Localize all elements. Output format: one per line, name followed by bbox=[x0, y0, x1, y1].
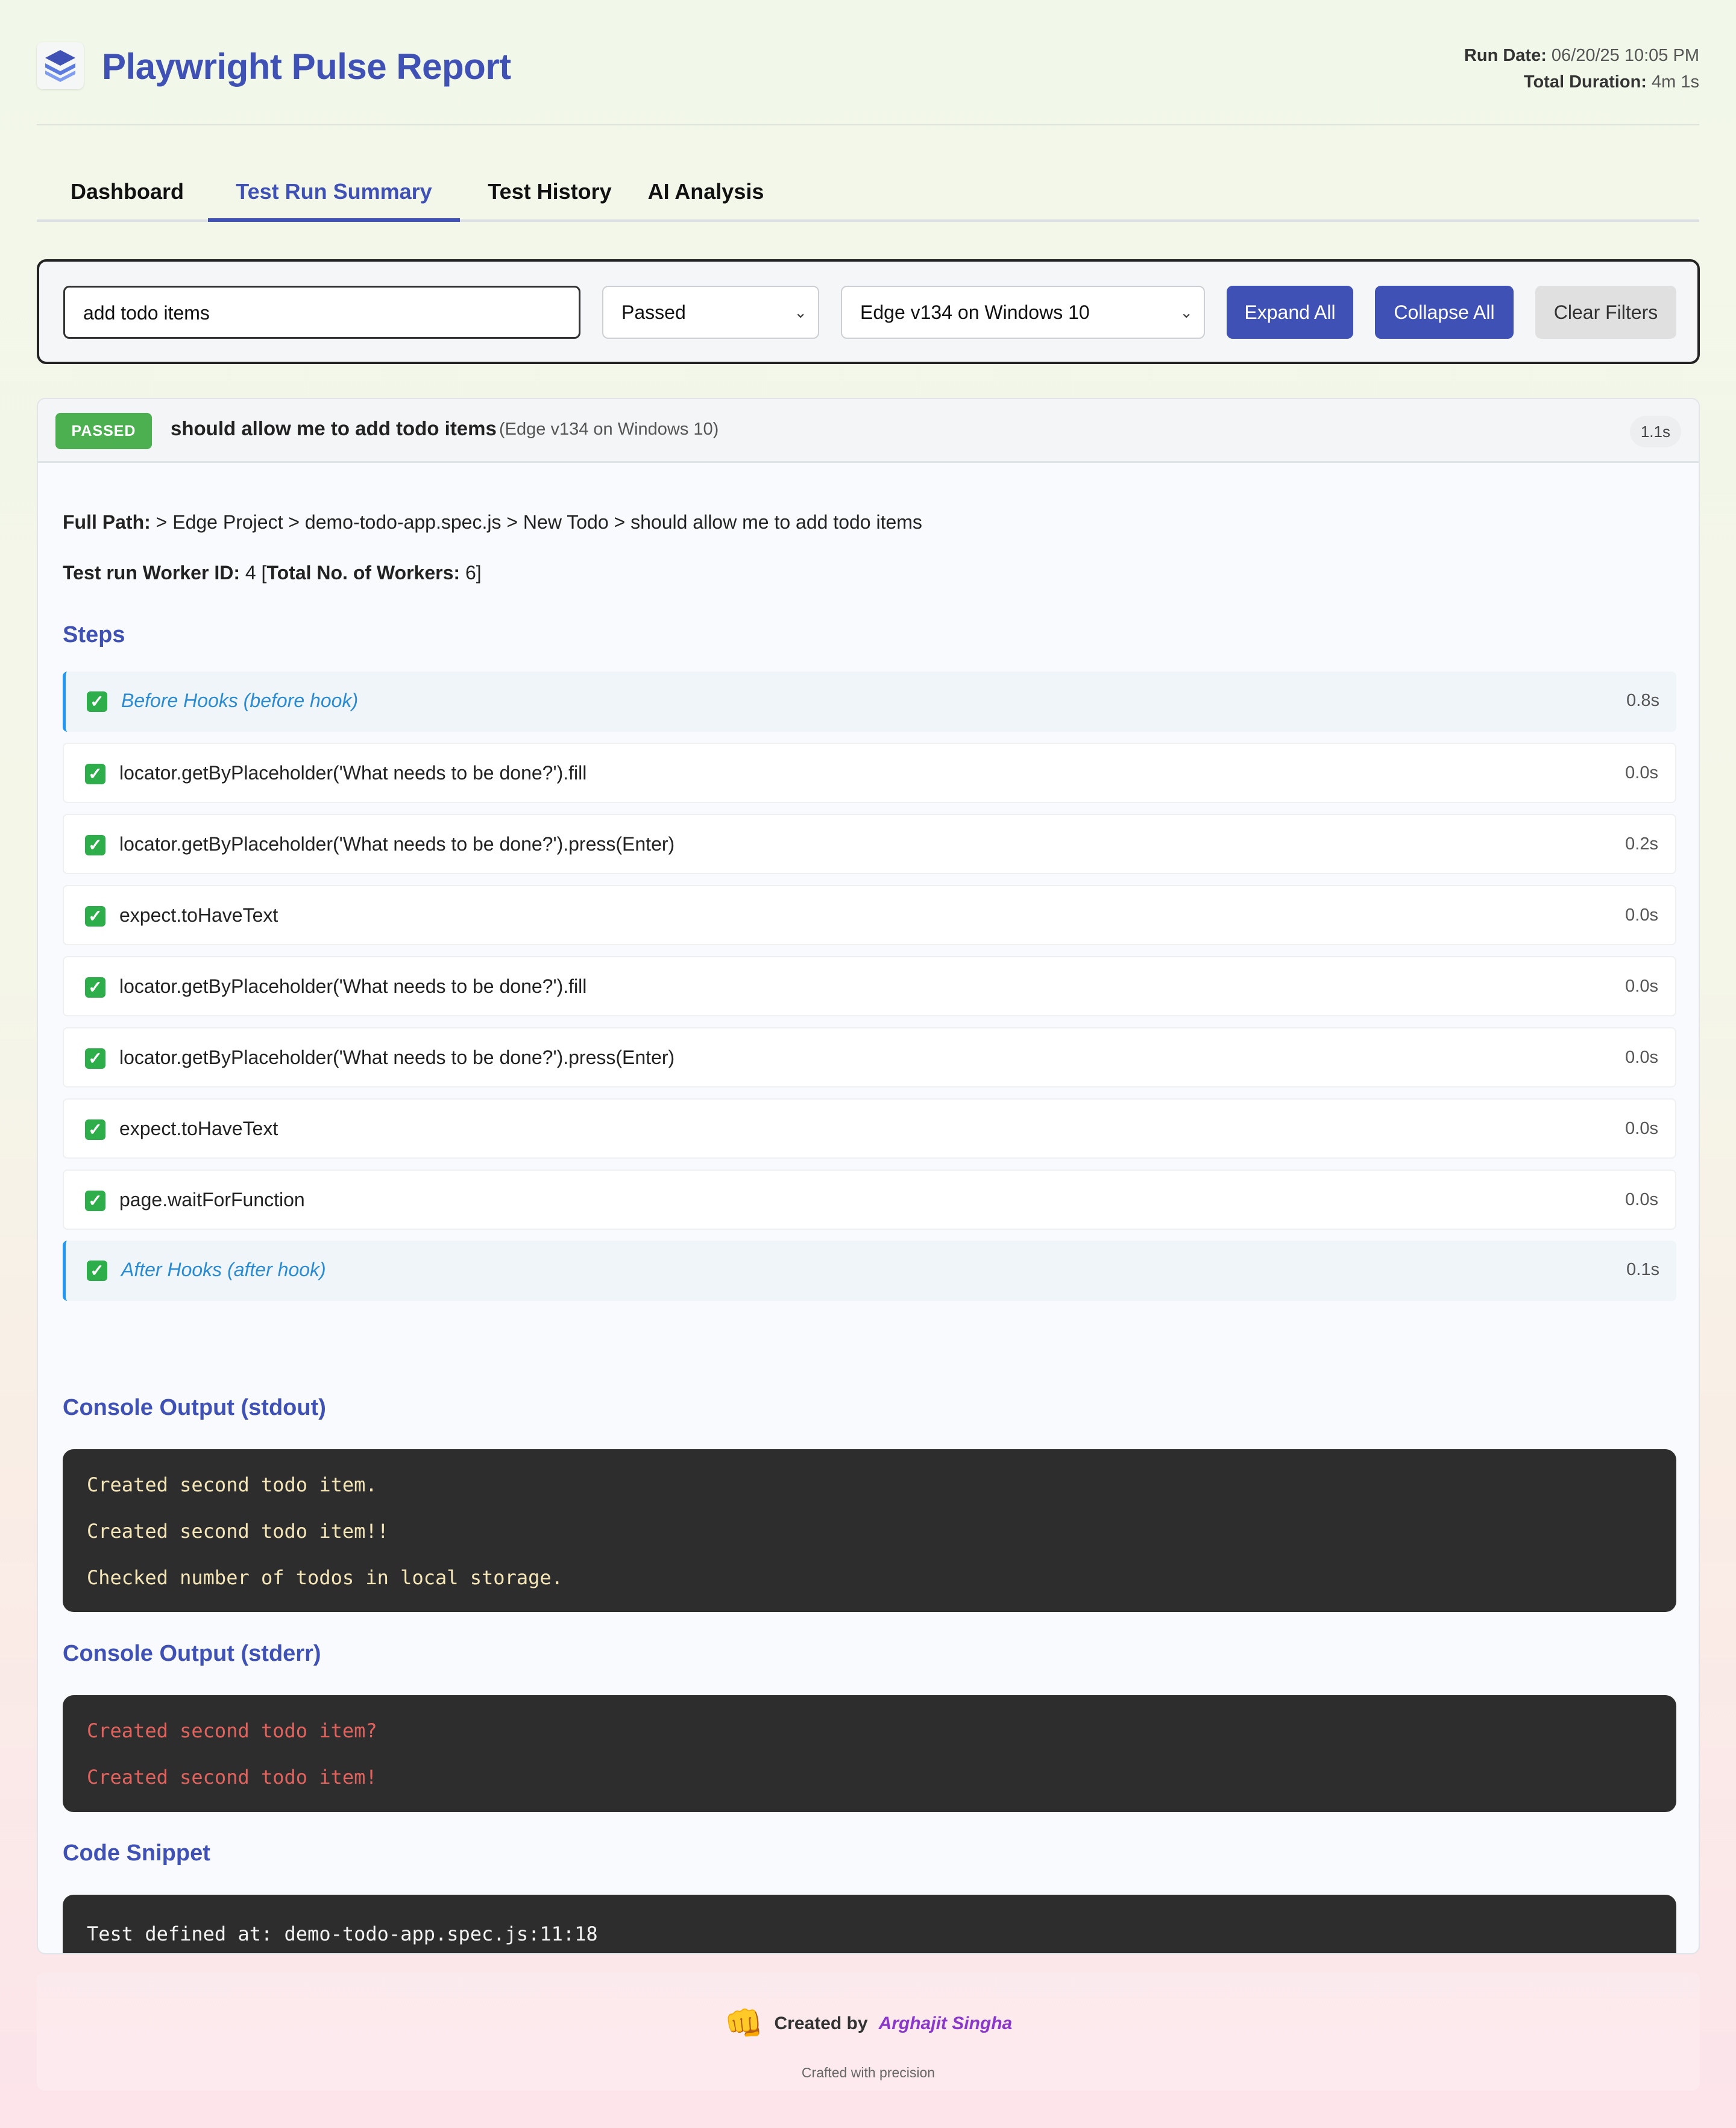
report-header: Playwright Pulse Report Run Date: 06/20/… bbox=[37, 0, 1699, 125]
created-by-label: Created by bbox=[774, 2013, 868, 2033]
step-label: expect.toHaveText bbox=[119, 1118, 278, 1139]
step-duration: 0.0s bbox=[1625, 977, 1658, 996]
step-duration: 0.1s bbox=[1626, 1260, 1659, 1279]
test-duration: 1.1s bbox=[1629, 416, 1681, 447]
check-box-icon: ✓ bbox=[85, 1048, 105, 1069]
footer-tagline: Crafted with precision bbox=[801, 2065, 936, 2080]
footer: 👊 Created by Arghajit Singha Crafted wit… bbox=[37, 1972, 1700, 2091]
search-input[interactable]: add todo items bbox=[63, 286, 580, 339]
full-path: Full Path: > Edge Project > demo-todo-ap… bbox=[63, 511, 922, 533]
step-row[interactable]: ✓ locator.getByPlaceholder('What needs to… bbox=[63, 814, 1676, 874]
stderr-title: Console Output (stderr) bbox=[63, 1641, 321, 1666]
status-badge: PASSED bbox=[55, 413, 152, 449]
tab-test-run-summary[interactable]: Test Run Summary bbox=[208, 172, 460, 222]
step-row[interactable]: ✓ page.waitForFunction 0.0s bbox=[63, 1169, 1676, 1230]
step-duration: 0.8s bbox=[1626, 691, 1659, 710]
test-title: should allow me to add todo items bbox=[171, 417, 497, 439]
step-row[interactable]: ✓ locator.getByPlaceholder('What needs to… bbox=[63, 956, 1676, 1016]
check-box-icon: ✓ bbox=[85, 764, 105, 784]
steps-title: Steps bbox=[63, 622, 125, 647]
step-label: Before Hooks (before hook) bbox=[121, 690, 359, 711]
expand-all-button[interactable]: Expand All bbox=[1227, 286, 1353, 339]
stderr-console: Created second todo item? Created second … bbox=[63, 1695, 1676, 1812]
step-label: expect.toHaveText bbox=[119, 904, 278, 926]
filter-bar: add todo items Passed ⌄ Edge v134 on Win… bbox=[37, 259, 1700, 364]
tab-test-history[interactable]: Test History bbox=[480, 172, 619, 222]
step-duration: 0.0s bbox=[1625, 905, 1658, 925]
stdout-title: Console Output (stdout) bbox=[63, 1395, 326, 1420]
check-box-icon: ✓ bbox=[85, 906, 105, 927]
step-label: After Hooks (after hook) bbox=[121, 1259, 326, 1280]
test-browser: (Edge v134 on Windows 10) bbox=[499, 420, 719, 439]
stderr-line: Created second todo item? bbox=[87, 1719, 377, 1742]
step-duration: 0.2s bbox=[1625, 834, 1658, 854]
fist-emoji-icon: 👊 bbox=[724, 2006, 764, 2041]
code-snippet: Test defined at: demo-todo-app.spec.js:1… bbox=[63, 1895, 1676, 1953]
step-label: page.waitForFunction bbox=[119, 1189, 305, 1210]
stdout-console: Created second todo item. Created second … bbox=[63, 1449, 1676, 1612]
run-meta: Run Date: 06/20/25 10:05 PM Total Durati… bbox=[1464, 42, 1699, 95]
test-card: PASSED should allow me to add todo items… bbox=[37, 398, 1700, 1954]
total-duration: Total Duration: 4m 1s bbox=[1523, 72, 1699, 92]
tab-dashboard[interactable]: Dashboard bbox=[67, 172, 187, 222]
chevron-down-icon: ⌄ bbox=[794, 303, 807, 321]
step-label: locator.getByPlaceholder('What needs to … bbox=[119, 762, 587, 784]
browser-select-value: Edge v134 on Windows 10 bbox=[860, 301, 1090, 323]
step-duration: 0.0s bbox=[1625, 1190, 1658, 1209]
status-select-value: Passed bbox=[621, 301, 686, 323]
code-snippet-line: Test defined at: demo-todo-app.spec.js:1… bbox=[87, 1922, 598, 1945]
tab-bar: Dashboard Test Run Summary Test History … bbox=[37, 125, 1699, 222]
hook-step-row[interactable]: ✓ After Hooks (after hook) 0.1s bbox=[63, 1241, 1676, 1301]
step-label: locator.getByPlaceholder('What needs to … bbox=[119, 1047, 675, 1068]
step-duration: 0.0s bbox=[1625, 1119, 1658, 1138]
collapse-all-button[interactable]: Collapse All bbox=[1375, 286, 1514, 339]
check-box-icon: ✓ bbox=[87, 1261, 107, 1281]
page-title: Playwright Pulse Report bbox=[102, 46, 511, 87]
check-box-icon: ✓ bbox=[85, 977, 105, 998]
browser-select[interactable]: Edge v134 on Windows 10 ⌄ bbox=[841, 286, 1205, 339]
step-label: locator.getByPlaceholder('What needs to … bbox=[119, 833, 675, 855]
step-duration: 0.0s bbox=[1625, 763, 1658, 782]
step-label: locator.getByPlaceholder('What needs to … bbox=[119, 975, 587, 997]
hook-step-row[interactable]: ✓ Before Hooks (before hook) 0.8s bbox=[63, 672, 1676, 732]
check-box-icon: ✓ bbox=[85, 1191, 105, 1211]
step-duration: 0.0s bbox=[1625, 1048, 1658, 1067]
code-snippet-title: Code Snippet bbox=[63, 1840, 210, 1866]
step-row[interactable]: ✓ expect.toHaveText 0.0s bbox=[63, 1098, 1676, 1159]
stdout-line: Checked number of todos in local storage… bbox=[87, 1566, 563, 1589]
stdout-line: Created second todo item. bbox=[87, 1473, 377, 1496]
status-select[interactable]: Passed ⌄ bbox=[602, 286, 819, 339]
clear-filters-button[interactable]: Clear Filters bbox=[1535, 286, 1676, 339]
step-row[interactable]: ✓ locator.getByPlaceholder('What needs to… bbox=[63, 1027, 1676, 1088]
run-date: Run Date: 06/20/25 10:05 PM bbox=[1464, 46, 1699, 65]
chevron-down-icon: ⌄ bbox=[1180, 303, 1193, 321]
worker-info: Test run Worker ID: 4 [Total No. of Work… bbox=[63, 562, 482, 584]
step-row[interactable]: ✓ expect.toHaveText 0.0s bbox=[63, 885, 1676, 945]
check-box-icon: ✓ bbox=[85, 1119, 105, 1140]
check-box-icon: ✓ bbox=[87, 691, 107, 712]
author-name: Arghajit Singha bbox=[878, 2013, 1013, 2033]
check-box-icon: ✓ bbox=[85, 835, 105, 855]
tab-ai-analysis[interactable]: AI Analysis bbox=[640, 172, 772, 222]
stdout-line: Created second todo item!! bbox=[87, 1520, 389, 1543]
stderr-line: Created second todo item! bbox=[87, 1766, 377, 1789]
footer-credit: 👊 Created by Arghajit Singha bbox=[37, 2003, 1700, 2045]
step-row[interactable]: ✓ locator.getByPlaceholder('What needs to… bbox=[63, 743, 1676, 803]
layers-icon bbox=[37, 42, 84, 89]
test-card-header[interactable]: PASSED should allow me to add todo items… bbox=[38, 399, 1699, 463]
